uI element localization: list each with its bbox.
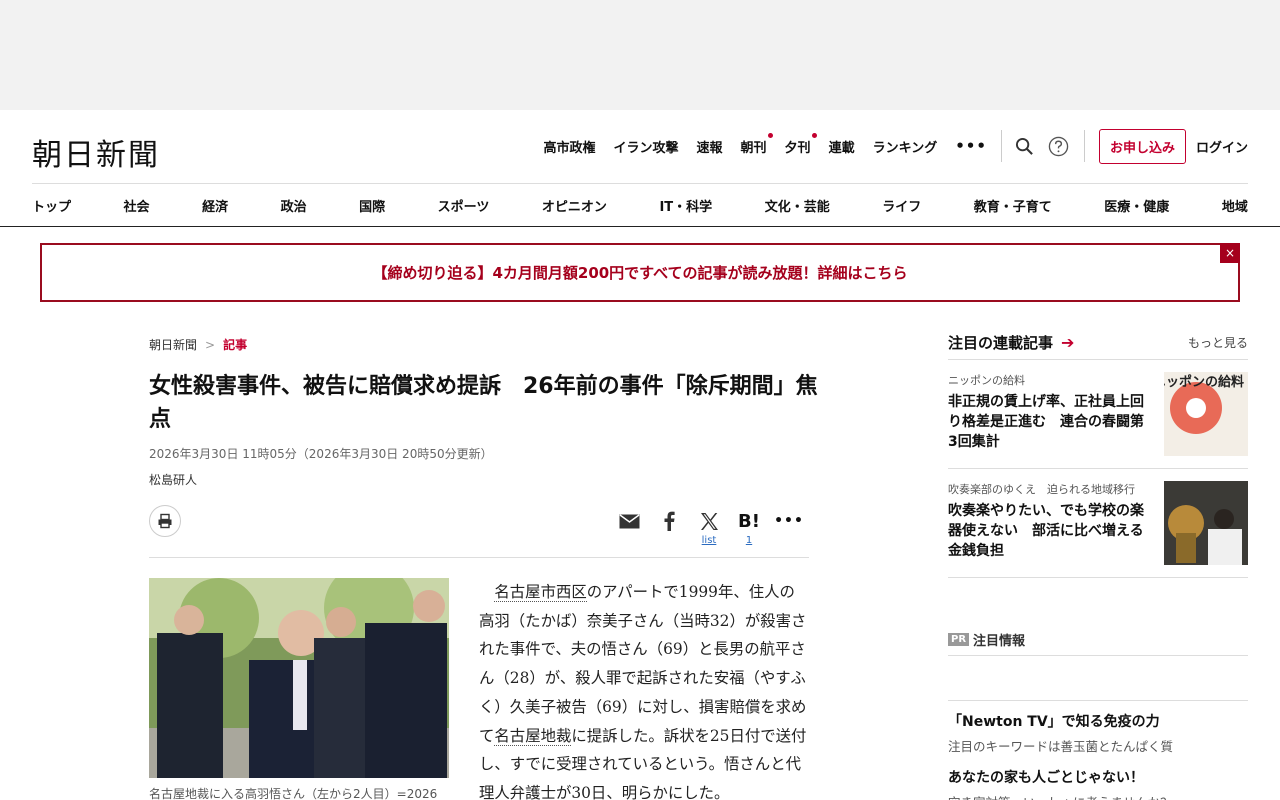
- search-icon[interactable]: [1014, 135, 1036, 157]
- series-thumbnail[interactable]: ニッポンの給料: [1164, 372, 1248, 456]
- cat-region[interactable]: 地域: [1222, 196, 1248, 215]
- thumbnail-text: ニッポンの給料: [1164, 374, 1244, 390]
- mail-icon: [619, 507, 640, 535]
- hatena-bookmark-icon: B!: [738, 510, 760, 532]
- cat-it-science[interactable]: IT・科学: [659, 196, 712, 215]
- more-menu-icon[interactable]: •••: [955, 137, 987, 155]
- body-link-nishi-ward[interactable]: 名古屋市西区: [494, 583, 587, 602]
- cat-international[interactable]: 国際: [359, 196, 385, 215]
- share-more[interactable]: •••: [769, 507, 809, 549]
- site-logo[interactable]: 朝日新聞: [32, 130, 160, 174]
- body-text-part1: のアパートで1999年、住人の高羽（たかば）奈美子さん（当時32）が殺害された事…: [479, 583, 807, 745]
- photo-caption: 名古屋地裁に入る高羽悟さん（左から2人目）=2026: [149, 787, 438, 800]
- arrow-right-icon: ➔: [1061, 333, 1075, 352]
- share-facebook[interactable]: [649, 507, 689, 549]
- series-headline[interactable]: 吹奏楽やりたい、でも学校の楽器使えない 部活に比べ増える金銭負担: [948, 501, 1153, 561]
- close-icon[interactable]: ×: [1220, 243, 1240, 263]
- pr-item[interactable]: 「Newton TV」で知る免疫の力 注目のキーワードは善玉菌とたんぱく質: [948, 701, 1248, 757]
- cat-opinion[interactable]: オピニオン: [542, 196, 607, 215]
- see-more-link[interactable]: もっと見る: [1188, 334, 1248, 351]
- cat-society[interactable]: 社会: [124, 196, 150, 215]
- featured-series-header: 注目の連載記事 ➔ もっと見る: [948, 330, 1248, 360]
- top-navigation: 高市政権 イラン攻撃 速報 朝刊 夕刊 連載 ランキング ••• お申し込み ロ…: [525, 128, 1248, 164]
- category-navigation: トップ 社会 経済 政治 国際 スポーツ オピニオン IT・科学 文化・芸能 ラ…: [32, 183, 1248, 227]
- nav-divider: [1083, 130, 1085, 162]
- nav-link-takaichi[interactable]: 高市政権: [543, 137, 595, 156]
- pr-item-title[interactable]: あなたの家も人ごとじゃない！: [948, 767, 1248, 787]
- cat-education[interactable]: 教育・子育て: [974, 196, 1052, 215]
- share-mail[interactable]: [609, 507, 649, 549]
- nav-link-series[interactable]: 連載: [829, 137, 855, 156]
- print-icon[interactable]: [149, 505, 181, 537]
- featured-series-title-text: 注目の連載記事: [948, 334, 1054, 352]
- new-dot-indicator: [811, 132, 817, 138]
- hatena-count[interactable]: 1: [746, 535, 752, 549]
- article-photo[interactable]: [149, 578, 449, 778]
- share-bar: list B! 1 •••: [149, 505, 809, 558]
- cat-politics[interactable]: 政治: [281, 196, 307, 215]
- login-link[interactable]: ログイン: [1196, 137, 1248, 156]
- pr-item[interactable]: あなたの家も人ごとじゃない！ 空き家対策、いっしょに考えませんか？: [948, 757, 1248, 800]
- nav-link-evening[interactable]: 夕刊: [784, 132, 817, 156]
- subscription-promo-banner[interactable]: 【締め切り迫る】4カ月間月額200円ですべての記事が読み放題！詳細はこちら ×: [40, 243, 1240, 302]
- nav-link-evening-label: 夕刊: [784, 140, 811, 156]
- promo-text: 【締め切り迫る】4カ月間月額200円ですべての記事が読み放題！詳細はこちら: [372, 264, 908, 282]
- pr-section-title: 注目情報: [973, 634, 1026, 649]
- cat-top[interactable]: トップ: [32, 196, 71, 215]
- cat-culture[interactable]: 文化・芸能: [765, 196, 830, 215]
- cat-economy[interactable]: 経済: [202, 196, 228, 215]
- nav-link-morning[interactable]: 朝刊: [740, 132, 773, 156]
- series-thumbnail[interactable]: [1164, 481, 1248, 565]
- pr-item-subtitle[interactable]: 空き家対策、いっしょに考えませんか？: [948, 792, 1248, 800]
- article-title: 女性殺害事件、被告に賠償求め提訴 26年前の事件「除斥期間」焦点: [149, 374, 818, 432]
- series-item[interactable]: 吹奏楽部のゆくえ 迫られる地域移行 吹奏楽やりたい、でも学校の楽器使えない 部活…: [948, 469, 1248, 578]
- nav-link-morning-label: 朝刊: [740, 140, 767, 156]
- x-icon: [700, 507, 719, 535]
- pr-item-title[interactable]: 「Newton TV」で知る免疫の力: [948, 711, 1248, 731]
- series-headline[interactable]: 非正規の賃上げ率、正社員上回り格差是正進む 連合の春闘第3回集計: [948, 392, 1153, 452]
- subscribe-button[interactable]: お申し込み: [1098, 128, 1186, 164]
- breadcrumb-current[interactable]: 記事: [223, 336, 247, 353]
- x-list-link[interactable]: list: [702, 535, 717, 549]
- cat-health[interactable]: 医療・健康: [1104, 196, 1169, 215]
- article-body: 名古屋市西区のアパートで1999年、住人の高羽（たかば）奈美子さん（当時32）が…: [479, 578, 809, 800]
- facebook-icon: [664, 507, 675, 535]
- share-hatena[interactable]: B! 1: [729, 507, 769, 549]
- new-dot-indicator: [767, 132, 773, 138]
- breadcrumb-separator: >: [205, 337, 216, 352]
- body-link-nagoya-court[interactable]: 名古屋地裁: [494, 726, 572, 746]
- nav-link-ranking[interactable]: ランキング: [873, 137, 938, 156]
- help-icon[interactable]: [1048, 135, 1070, 157]
- sidebar: 注目の連載記事 ➔ もっと見る ニッポンの給料 非正規の賃上げ率、正社員上回り格差…: [948, 330, 1248, 800]
- series-item[interactable]: ニッポンの給料 非正規の賃上げ率、正社員上回り格差是正進む 連合の春闘第3回集計…: [948, 360, 1248, 469]
- pr-section-header: PR 注目情報: [948, 624, 1248, 656]
- nav-link-breaking[interactable]: 速報: [697, 137, 723, 156]
- breadcrumb-home[interactable]: 朝日新聞: [149, 336, 197, 353]
- share-icons: list B! 1 •••: [609, 507, 809, 549]
- article-author[interactable]: 松島研人: [149, 471, 197, 488]
- site-header: 朝日新聞 高市政権 イラン攻撃 速報 朝刊 夕刊 連載 ランキング ••• お申…: [0, 110, 1280, 227]
- article-dateline: 2026年3月30日 11時05分（2026年3月30日 20時50分更新）: [149, 447, 493, 461]
- pr-badge: PR: [948, 633, 970, 646]
- nav-link-iran[interactable]: イラン攻撃: [614, 137, 679, 156]
- more-dots-icon: •••: [774, 513, 804, 529]
- breadcrumb: 朝日新聞 > 記事: [149, 336, 247, 353]
- top-ad-banner[interactable]: [0, 0, 1280, 110]
- featured-series-title[interactable]: 注目の連載記事 ➔: [948, 332, 1074, 353]
- cat-sports[interactable]: スポーツ: [438, 196, 490, 215]
- pr-item-subtitle[interactable]: 注目のキーワードは善玉菌とたんぱく質: [948, 736, 1248, 755]
- cat-life[interactable]: ライフ: [882, 196, 921, 215]
- share-x[interactable]: list: [689, 507, 729, 549]
- nav-divider: [1000, 130, 1002, 162]
